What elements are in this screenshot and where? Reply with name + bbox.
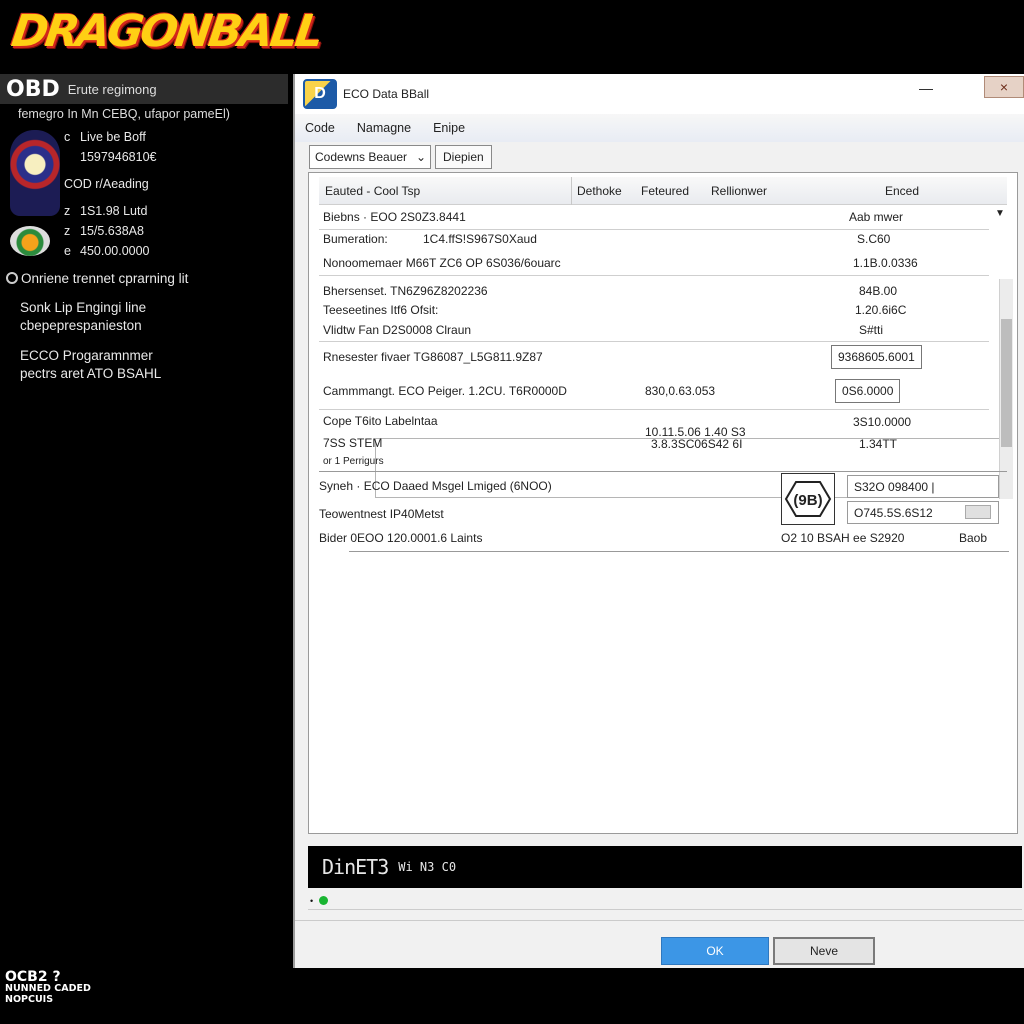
column-header[interactable]: Enced — [885, 184, 919, 198]
status-indicator-icon — [319, 896, 329, 905]
minimize-button[interactable]: — — [915, 79, 937, 101]
bottom-strip: OCB2 ? NUNNED CADED NOPCUIS — [0, 968, 1024, 1024]
sidebar-info-item: z 1S1.98 Lutd — [64, 204, 148, 218]
window-title: ECO Data BBall — [343, 87, 430, 101]
table-row[interactable]: or 1 Perrigurs — [319, 453, 989, 473]
value-field[interactable]: 9368605.6001 — [831, 345, 922, 369]
column-header[interactable]: Dethoke — [577, 184, 622, 198]
dragonball-logo: DRAGONBALL — [8, 6, 325, 57]
menu-code[interactable]: Code — [305, 121, 335, 135]
engine-badge-icon: (9B) — [781, 473, 835, 525]
value-field[interactable]: 0S6.0000 — [835, 379, 901, 403]
sidebar-info-item: c Live be Boff — [64, 130, 146, 144]
summary-footer-text: Baob — [959, 531, 988, 545]
left-sidebar: OBD Erute regimong femegro In Mn CEBQ, u… — [0, 74, 288, 968]
table-row[interactable]: Teeseetines Itf6 Ofsit: 1.20.6i6C — [319, 300, 989, 320]
table-row[interactable]: Biebns · EOO 2S0Z3.8441 Aab mwer ▼ — [319, 207, 1005, 227]
svg-text:(9B): (9B) — [793, 492, 822, 509]
sidebar-header-text: Erute regimong — [67, 81, 157, 97]
dialog-footer: OK Neve — [295, 920, 1024, 968]
ok-button[interactable]: OK — [661, 937, 769, 965]
dragon-ball-icon — [10, 226, 50, 256]
column-header[interactable]: Eauted - Cool Tsp — [325, 184, 420, 198]
top-banner: DRAGONBALL — [0, 0, 1024, 74]
sidebar-info-item: z 15/5.638A8 — [64, 224, 144, 238]
title-bar: D ECO Data BBall — × — [295, 74, 1024, 114]
table-row[interactable]: 7SS STEM 3.8.3SC06S42 6I 1.34TT — [319, 433, 989, 453]
sidebar-section-title[interactable]: Onriene trennet cprarning lit — [6, 271, 188, 286]
chevron-down-icon: ⌄ — [415, 150, 426, 164]
table-row[interactable]: Cope T6ito Labelntaa 10.11.5.06 1.40 S3 … — [319, 411, 989, 439]
column-header[interactable]: Feteured — [641, 184, 689, 198]
sidebar-info-list: c Live be Boff 1597946810€ COD r/Aeading … — [64, 127, 156, 261]
codes-dropdown[interactable]: Codewns Beauer ⌄ — [309, 145, 431, 169]
app-icon: D — [303, 79, 337, 109]
sort-down-icon[interactable]: ▼ — [995, 208, 1005, 219]
toolbar: Codewns Beauer ⌄ Diepien — [295, 142, 1024, 172]
summary-section: Syneh · ECO Daaed Msgel Lmiged (6NOO) Te… — [319, 471, 1009, 553]
menu-manage[interactable]: Namagne — [357, 121, 411, 135]
sidebar-info-item: 1597946810€ — [80, 150, 157, 164]
summary-line: Bider 0EOO 120.0001.6 Laints — [319, 531, 483, 545]
column-header[interactable]: Rellionwer — [711, 184, 767, 198]
main-window: D ECO Data BBall — × Code Namagne Enipe … — [293, 74, 1024, 968]
sidebar-header: OBD Erute regimong — [0, 74, 288, 104]
table-row[interactable]: Nonoomemaer M66T ZC6 OP 6S036/6ouarc 1.1… — [319, 253, 989, 273]
character-avatar — [10, 130, 60, 216]
summary-footer-text: O2 10 BSAH ee S2920 — [781, 531, 905, 545]
bottom-logo: OCB2 ? NUNNED CADED NOPCUIS — [5, 969, 91, 1005]
obd-logo: OBD — [6, 76, 60, 102]
data-grid: Biebns · EOO 2S0Z3.8441 Aab mwer ▼ Bumer… — [319, 207, 1013, 499]
sidebar-paragraph: Sonk Lip Engingi line cbepeprespanieston — [20, 300, 147, 333]
sidebar-paragraph: ECCO Progaramnmer pectrs aret ATO BSAHL — [20, 348, 162, 381]
summary-input[interactable]: S32O 098400 | — [847, 475, 999, 498]
sidebar-subtitle: femegro In Mn CEBQ, ufapor pameEl) — [18, 107, 230, 121]
data-panel: Eauted - Cool Tsp Dethoke Feteured Relli… — [308, 172, 1018, 834]
status-row: • — [308, 892, 1022, 910]
close-button[interactable]: × — [984, 76, 1024, 98]
radio-icon — [6, 272, 18, 284]
scroll-thumb[interactable] — [1001, 319, 1012, 447]
grid-header: Eauted - Cool Tsp Dethoke Feteured Relli… — [319, 177, 1007, 205]
display-button[interactable]: Diepien — [435, 145, 492, 169]
summary-line: Teowentnest IP40Metst — [319, 507, 444, 521]
summary-line: Syneh · ECO Daaed Msgel Lmiged (6NOO) — [319, 479, 552, 493]
small-button[interactable] — [965, 505, 991, 519]
table-row[interactable]: Bhersenset. TN6Z96Z8202236 84B.00 — [319, 281, 989, 301]
table-row[interactable]: Cammmangt. ECO Peiger. 1.2CU. T6R0000D 8… — [319, 379, 989, 407]
next-button[interactable]: Neve — [773, 937, 875, 965]
table-row[interactable]: Bumeration: 1C4.ffS!S967S0Xaud S.C60 — [319, 229, 989, 249]
console-output: DinET3 Wi N3 C0 — [308, 846, 1022, 888]
table-row[interactable]: Rnesester fivaer TG86087_L5G811.9Z87 936… — [319, 345, 989, 373]
sidebar-info-item: e 450.00.0000 — [64, 244, 150, 258]
sidebar-info-item: COD r/Aeading — [64, 177, 149, 191]
menu-bar: Code Namagne Enipe — [295, 114, 1024, 142]
table-row[interactable]: Vlidtw Fan D2S0008 Clraun S#tti — [319, 320, 989, 340]
vertical-scrollbar[interactable] — [999, 279, 1013, 499]
menu-engine[interactable]: Enipe — [433, 121, 465, 135]
